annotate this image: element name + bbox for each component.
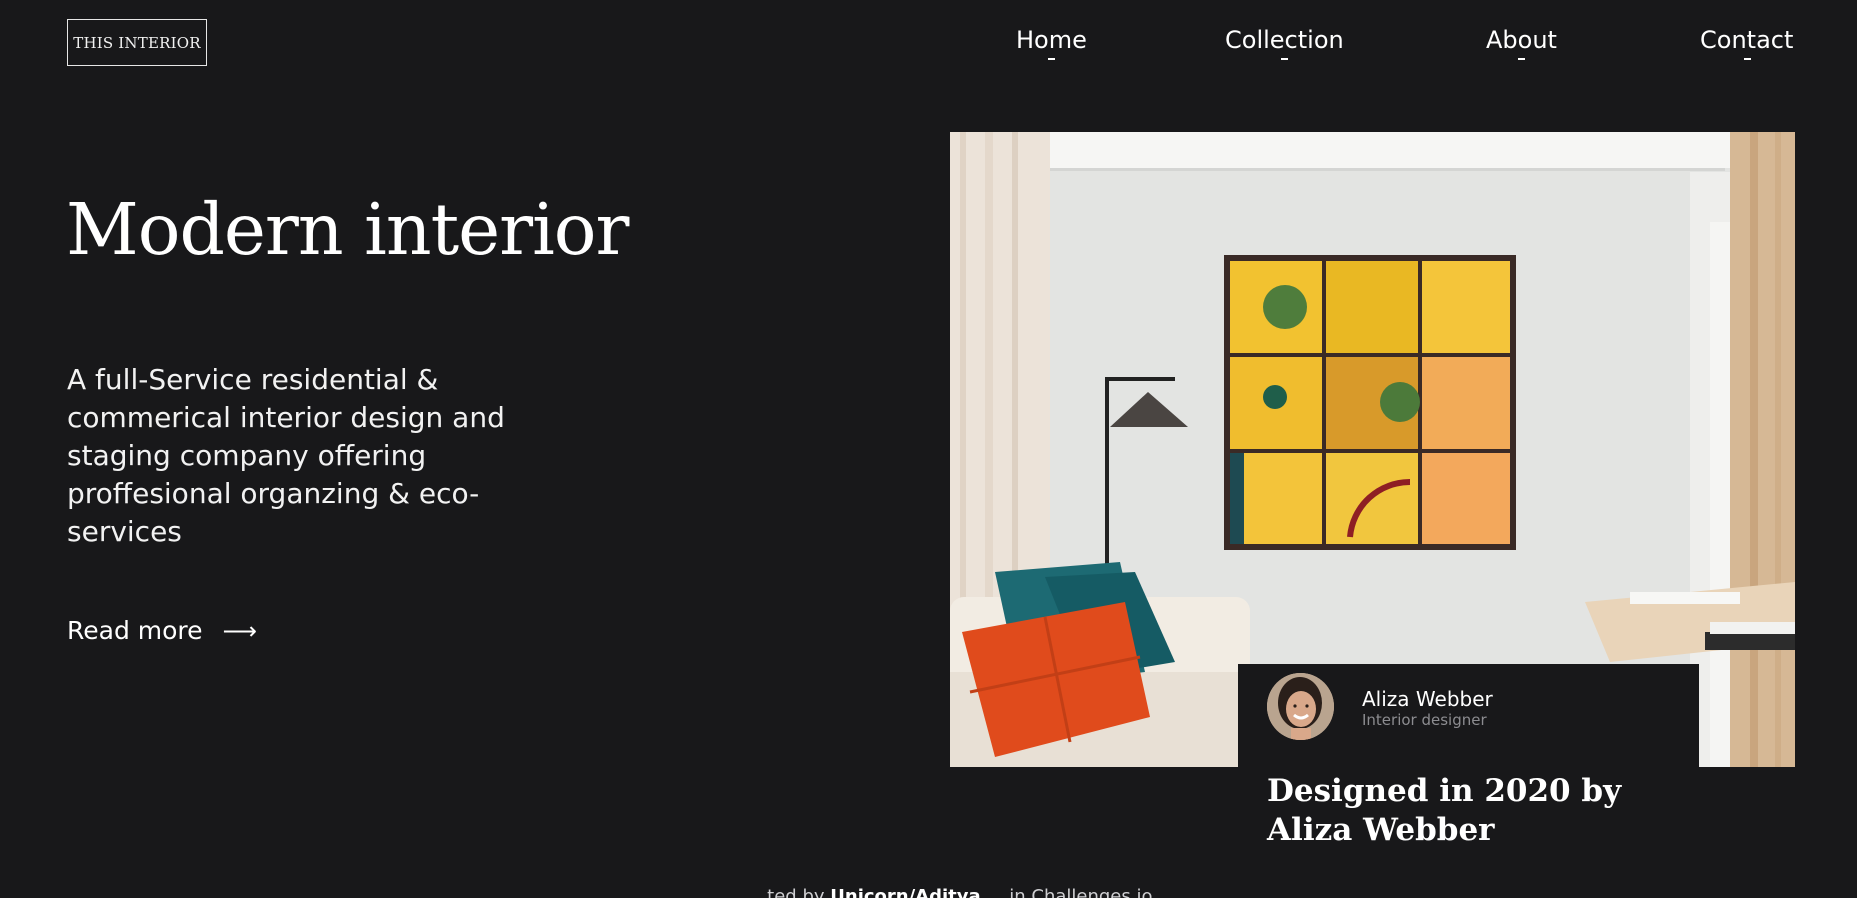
nav-about[interactable]: About (1486, 26, 1557, 60)
nav-collection-label: Collection (1225, 26, 1344, 54)
avatar (1267, 673, 1334, 740)
attribution-author-link[interactable]: Unicorn/Aditya (830, 886, 980, 898)
attribution-suffix: ... in Challenges.io (986, 886, 1153, 898)
designer-name: Aliza Webber (1362, 687, 1493, 711)
hero-title: Modern interior (66, 188, 629, 271)
nav-collection[interactable]: Collection (1225, 26, 1344, 60)
nav-home[interactable]: Home (1016, 26, 1087, 60)
nav-dash-decoration (1743, 58, 1751, 60)
hero-description: A full-Service residential & commerical … (67, 363, 505, 548)
card-headline: Designed in 2020 by Aliza Webber (1267, 773, 1622, 848)
attribution-prefix: ...ted by (750, 886, 825, 898)
nav-contact-label: Contact (1700, 26, 1794, 54)
read-more-link[interactable]: Read more ⟶ (67, 616, 257, 645)
logo[interactable]: THIS INTERIOR (67, 19, 207, 66)
nav-dash-decoration (1518, 58, 1526, 60)
nav-dash-decoration (1281, 58, 1289, 60)
footer-attribution: ...ted by Unicorn/Aditya ... in Challeng… (750, 886, 1153, 898)
nav-home-label: Home (1016, 26, 1087, 54)
main-nav: Home Collection About Contact (1016, 26, 1796, 60)
read-more-label: Read more (67, 616, 203, 645)
nav-contact[interactable]: Contact (1700, 26, 1794, 60)
designer-card: Aliza Webber Interior designer Designed … (1238, 664, 1699, 898)
nav-dash-decoration (1048, 58, 1056, 60)
page: THIS INTERIOR Home Collection About Cont… (0, 0, 1857, 898)
arrow-right-icon: ⟶ (222, 616, 257, 645)
avatar-portrait-illustration (1267, 673, 1334, 740)
nav-about-label: About (1486, 26, 1557, 54)
designer-role: Interior designer (1362, 711, 1487, 729)
